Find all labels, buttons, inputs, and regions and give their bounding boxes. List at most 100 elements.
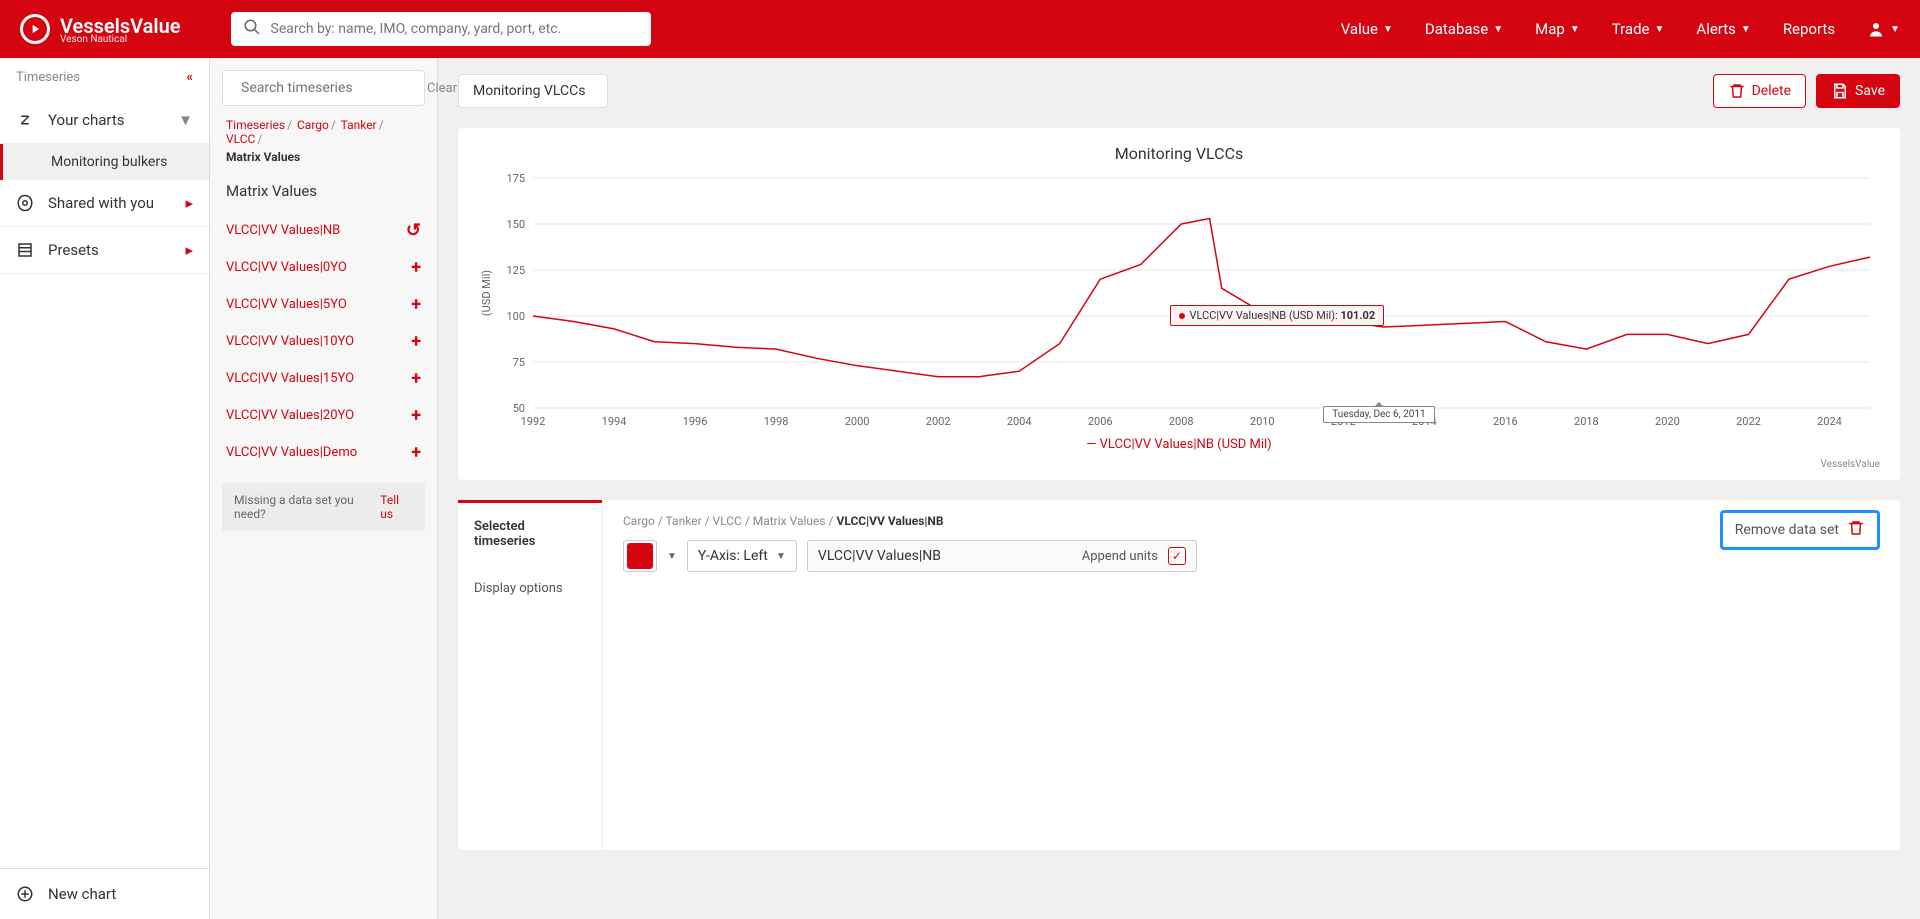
svg-text:2008: 2008: [1169, 415, 1194, 428]
svg-text:50: 50: [513, 402, 525, 415]
ts-item-20yo[interactable]: VLCC|VV Values|20YO +: [210, 397, 437, 434]
svg-text:2020: 2020: [1655, 415, 1680, 428]
global-search[interactable]: [231, 12, 651, 46]
plus-icon[interactable]: +: [411, 331, 421, 352]
undo-icon[interactable]: ↺: [406, 220, 421, 241]
chart-attribution: VesselsValue: [1820, 459, 1880, 470]
svg-text:(USD Mil): (USD Mil): [480, 270, 493, 316]
svg-text:75: 75: [513, 356, 525, 369]
chart-date-tooltip: Tuesday, Dec 6, 2011: [1323, 406, 1434, 423]
global-search-input[interactable]: [271, 21, 639, 37]
append-units-checkbox[interactable]: ✓: [1168, 547, 1186, 565]
svg-text:2000: 2000: [845, 415, 870, 428]
tell-us-link[interactable]: Tell us: [380, 493, 413, 521]
plus-icon[interactable]: +: [411, 294, 421, 315]
line-chart[interactable]: 50 75 100 125 150 175 1992 1994 1996 1998 2000 2002…: [478, 173, 1880, 433]
color-picker[interactable]: [623, 540, 657, 572]
chart-name-input[interactable]: Monitoring VLCCs: [458, 74, 608, 108]
ts-item-15yo[interactable]: VLCC|VV Values|15YO +: [210, 360, 437, 397]
svg-text:150: 150: [506, 218, 525, 231]
svg-text:2016: 2016: [1493, 415, 1518, 428]
nav-reports[interactable]: Reports: [1783, 20, 1835, 38]
ts-item-0yo[interactable]: VLCC|VV Values|0YO +: [210, 249, 437, 286]
svg-text:2010: 2010: [1250, 415, 1275, 428]
nav-map[interactable]: Map▼: [1535, 20, 1580, 38]
user-menu[interactable]: ▼: [1867, 20, 1900, 38]
svg-text:2004: 2004: [1007, 415, 1032, 428]
plus-icon[interactable]: +: [411, 405, 421, 426]
color-chevron-icon[interactable]: ▼: [667, 551, 677, 562]
timeseries-panel: Clear Timeseries/ Cargo/ Tanker/ VLCC/ M…: [210, 58, 438, 919]
crumb-vlcc[interactable]: VLCC: [226, 132, 255, 146]
svg-text:2006: 2006: [1088, 415, 1113, 428]
bottom-tabs: Selected timeseries Display options: [458, 500, 603, 850]
svg-text:1998: 1998: [764, 415, 789, 428]
ts-item-nb[interactable]: VLCC|VV Values|NB ↺: [210, 212, 437, 249]
chart-card: Monitoring VLCCs 50 75 100 125 150 175 1992 199…: [458, 128, 1900, 480]
bottom-panel: Selected timeseries Display options Carg…: [458, 500, 1900, 850]
tab-display-options[interactable]: Display options: [458, 565, 602, 612]
nav-database[interactable]: Database▼: [1425, 20, 1503, 38]
svg-text:175: 175: [506, 173, 525, 185]
sidebar-collapse-icon[interactable]: «: [187, 70, 194, 85]
chevron-down-icon: ▼: [178, 111, 193, 129]
chart-legend[interactable]: — VLCC|VV Values|NB (USD Mil): [478, 437, 1880, 452]
chevron-right-icon: ▸: [185, 194, 193, 212]
svg-text:2018: 2018: [1574, 415, 1599, 428]
crumb-tanker[interactable]: Tanker: [341, 118, 377, 132]
sidebar-your-charts[interactable]: Your charts ▼: [0, 97, 209, 144]
chevron-right-icon: ▸: [185, 241, 193, 259]
save-button[interactable]: Save: [1816, 74, 1900, 108]
brand-subtitle: Veson Nautical: [60, 34, 181, 45]
dataset-breadcrumb: Cargo / Tanker / VLCC / Matrix Values / …: [623, 514, 1880, 528]
nav-value[interactable]: Value▼: [1341, 20, 1393, 38]
svg-text:2024: 2024: [1817, 415, 1842, 428]
delete-button[interactable]: Delete: [1713, 74, 1806, 108]
chart-value-tooltip: VLCC|VV Values|NB (USD Mil): 101.02: [1170, 305, 1384, 326]
svg-text:100: 100: [506, 310, 525, 323]
main-toolbar: Monitoring VLCCs Delete Save: [458, 74, 1900, 108]
brand-logo[interactable]: VesselsValue Veson Nautical: [20, 14, 181, 45]
plus-icon[interactable]: +: [411, 257, 421, 278]
dataset-row: ▼ Y-Axis: Left▼ VLCC|VV Values|NB Append…: [623, 540, 1880, 572]
svg-text:1994: 1994: [602, 415, 627, 428]
timeseries-group-title: Matrix Values: [210, 176, 437, 212]
svg-text:125: 125: [506, 264, 525, 277]
svg-text:2022: 2022: [1736, 415, 1761, 428]
nav-menu: Value▼ Database▼ Map▼ Trade▼ Alerts▼ Rep…: [1341, 20, 1900, 38]
crumb-cargo[interactable]: Cargo: [297, 118, 329, 132]
sidebar-item-monitoring-bulkers[interactable]: Monitoring bulkers: [0, 144, 209, 180]
series-name-input[interactable]: VLCC|VV Values|NB Append units ✓: [807, 540, 1197, 572]
yaxis-select[interactable]: Y-Axis: Left▼: [687, 540, 797, 572]
remove-dataset-button[interactable]: Remove data set: [1720, 510, 1880, 550]
timeseries-search-input[interactable]: [241, 80, 419, 96]
ts-item-demo[interactable]: VLCC|VV Values|Demo +: [210, 434, 437, 471]
tab-selected-timeseries[interactable]: Selected timeseries: [458, 500, 602, 565]
top-header: VesselsValue Veson Nautical Value▼ Datab…: [0, 0, 1920, 58]
nav-trade[interactable]: Trade▼: [1612, 20, 1665, 38]
new-chart-button[interactable]: New chart: [0, 868, 209, 919]
svg-text:1992: 1992: [521, 415, 546, 428]
plus-icon[interactable]: +: [411, 368, 421, 389]
svg-text:2002: 2002: [926, 415, 951, 428]
search-icon: [243, 18, 261, 40]
bottom-content: Cargo / Tanker / VLCC / Matrix Values / …: [603, 500, 1900, 850]
svg-text:1996: 1996: [683, 415, 708, 428]
crumb-current: Matrix Values: [210, 150, 437, 176]
sidebar-shared[interactable]: Shared with you ▸: [0, 180, 209, 227]
main-content: Monitoring VLCCs Delete Save Monitoring …: [438, 58, 1920, 919]
plus-icon[interactable]: +: [411, 442, 421, 463]
brand-logo-icon: [20, 14, 50, 44]
timeseries-search[interactable]: Clear: [222, 70, 425, 106]
ts-item-10yo[interactable]: VLCC|VV Values|10YO +: [210, 323, 437, 360]
timeseries-breadcrumb: Timeseries/ Cargo/ Tanker/ VLCC/: [210, 118, 437, 150]
nav-alerts[interactable]: Alerts▼: [1696, 20, 1750, 38]
sidebar-left: Timeseries « Your charts ▼ Monitoring bu…: [0, 58, 210, 919]
sidebar-header: Timeseries «: [0, 58, 209, 97]
ts-item-5yo[interactable]: VLCC|VV Values|5YO +: [210, 286, 437, 323]
missing-data-prompt: Missing a data set you need? Tell us: [222, 483, 425, 531]
crumb-timeseries[interactable]: Timeseries: [226, 118, 285, 132]
trash-icon: [1847, 519, 1865, 541]
chart-title: Monitoring VLCCs: [478, 144, 1880, 173]
sidebar-presets[interactable]: Presets ▸: [0, 227, 209, 274]
